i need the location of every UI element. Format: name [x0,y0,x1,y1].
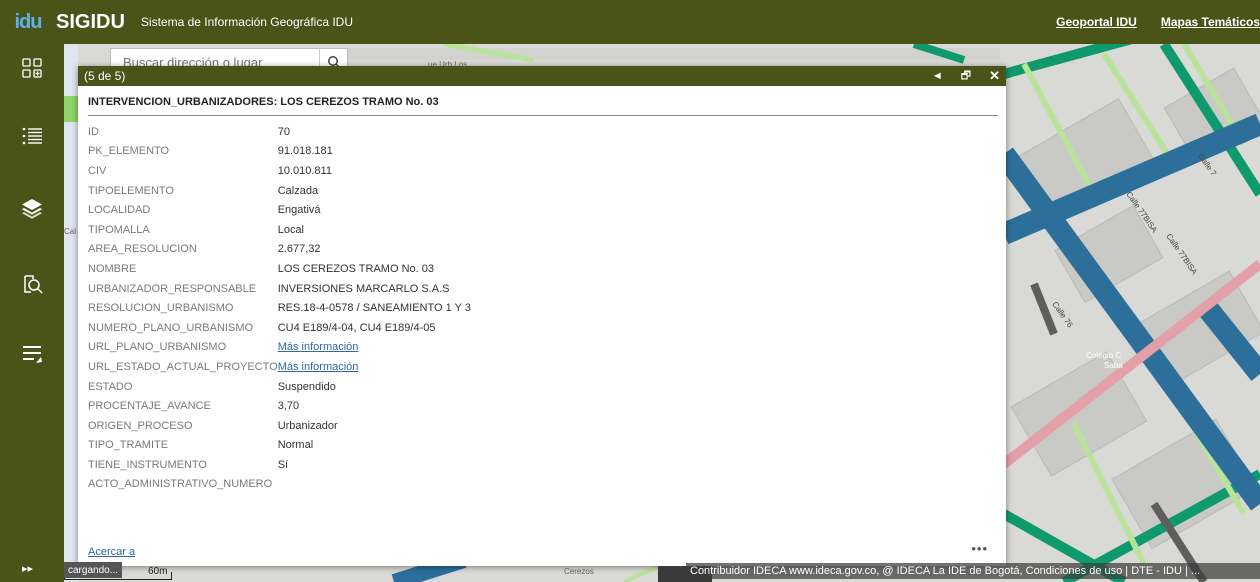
more-options-button[interactable]: ••• [971,541,988,556]
attribute-key: PROCENTAJE_AVANCE [88,400,211,413]
attribute-key: ACTO_ADMINISTRATIVO_NUMERO [88,478,273,491]
attribute-value: Local [277,223,304,236]
popup-controls: ◄ 🗗 ✕ [932,66,1000,86]
attribute-key: TIPO_TRAMITE [88,439,169,452]
attribute-key: CIV [88,164,107,177]
attribute-key: ID [88,125,99,138]
attribute-value: 91.018.181 [277,145,333,158]
attribute-row: AREA_RESOLUCION 2.677,32 [88,240,471,260]
previous-feature-button[interactable]: ◄ [932,66,943,86]
attribute-row: LOCALIDAD Engativá [88,200,471,220]
map-attribution: Contribuidor IDECA www.ideca.gov.co, @ I… [686,563,1260,579]
attribute-value: RES.18-4-0578 / SANEAMIENTO 1 Y 3 [277,302,471,315]
attribute-row: NUMERO_PLANO_URBANISMO CU4 E189/4-04, CU4… [88,318,471,338]
attribute-value: LOS CEREZOS TRAMO No. 03 [277,262,434,275]
attribute-key: NOMBRE [88,262,137,275]
attribute-row: ORIGEN_PROCESO Urbanizador [88,416,471,436]
attribute-value: 3,70 [277,400,300,413]
attribute-key: LOCALIDAD [88,204,151,217]
attribute-row: TIPOMALLA Local [88,220,471,240]
map-label-place1: Colegio C [1086,351,1121,360]
map-label-street6: Cerezos [564,567,594,576]
feature-popup: (5 de 5) ◄ 🗗 ✕ INTERVENCION_URBANIZADORE… [78,66,1006,566]
layers-button[interactable] [0,184,64,232]
link-mapas-tematicos[interactable]: Mapas Temáticos [1161,15,1260,29]
attribute-row: NOMBRE LOS CEREZOS TRAMO No. 03 [88,259,471,279]
idu-logo[interactable]: idu [0,0,56,44]
left-toolbar [0,44,64,582]
popup-header: (5 de 5) ◄ 🗗 ✕ [78,66,1006,86]
attribute-value: INVERSIONES MARCARLO S.A.S [277,282,450,295]
attribute-key: ESTADO [88,380,133,393]
attribute-key: URL_PLANO_URBANISMO [88,341,227,354]
search-document-icon [24,275,43,294]
attribute-row: URBANIZADOR_RESPONSABLE INVERSIONES MARCA… [88,279,471,299]
attribute-key: TIPOMALLA [88,223,150,236]
query-button[interactable] [0,260,64,308]
attribute-value: Engativá [277,204,321,217]
attribute-row: CIV 10.010.811 [88,161,471,181]
attribute-value: Más información [278,357,471,377]
attribute-value: 70 [277,125,290,138]
layers-icon [22,199,42,219]
attribute-row: TIENE_INSTRUMENTO Sí [88,455,471,475]
app-header: idu SIGIDU Sistema de Información Geográ… [0,0,1260,44]
attribute-value: CU4 E189/4-04, CU4 E189/4-05 [277,321,436,334]
dock-popup-button[interactable]: 🗗 [961,66,971,86]
legend-button[interactable] [0,112,64,160]
close-popup-button[interactable]: ✕ [989,66,1000,86]
attribute-key: AREA_RESOLUCION [88,243,197,256]
attribute-row: ACTO_ADMINISTRATIVO_NUMERO [88,475,471,495]
attribute-key: RESOLUCION_URBANISMO [88,302,234,315]
edit-list-icon [23,346,42,363]
attribute-row: ESTADO Suspendido [88,377,471,397]
attribute-row: PROCENTAJE_AVANCE 3,70 [88,396,471,416]
attribute-value: Urbanizador [277,419,338,432]
app-title: SIGIDU [56,10,125,33]
loading-indicator: cargando... [64,562,123,578]
map-label-place2: Saba [1104,361,1123,370]
attribute-row: URL_ESTADO_ACTUAL_PROYECTO Más informació… [88,357,471,377]
attribute-row: URL_PLANO_URBANISMO Más información [88,338,471,358]
expand-toolbar-button[interactable]: ▸▸ [22,562,33,575]
attribute-row: RESOLUCION_URBANISMO RES.18-4-0578 / SANE… [88,298,471,318]
more-info-link[interactable]: Más información [278,361,359,373]
attribute-value: Suspendido [277,380,336,393]
attribute-value: 10.010.811 [277,164,332,177]
attribute-value: Sí [277,458,289,471]
edit-button[interactable] [0,330,64,378]
attribute-key: ORIGEN_PROCESO [88,419,193,432]
attribute-key: URL_ESTADO_ACTUAL_PROYECTO [88,360,278,373]
attribute-value: 2.677,32 [277,243,321,256]
attribute-row: TIPOELEMENTO Calzada [88,181,471,201]
attribute-value: Calzada [277,184,319,197]
grid-icon [22,58,42,78]
list-icon [22,127,42,145]
attribute-value: Normal [277,439,314,452]
more-info-link[interactable]: Más información [278,341,359,353]
attribute-key: PK_ELEMENTO [88,145,170,158]
attribute-table: ID 70 PK_ELEMENTO 91.018.181 CIV 10.010.811 TI… [88,122,471,494]
attribute-key: URBANIZADOR_RESPONSABLE [88,282,257,295]
map-label-street7: Cal [64,227,76,236]
attribute-row: ID 70 [88,122,471,142]
attribute-key: TIENE_INSTRUMENTO [88,458,207,471]
link-geoportal[interactable]: Geoportal IDU [1056,15,1137,29]
attribute-key: NUMERO_PLANO_URBANISMO [88,321,254,334]
header-links: Geoportal IDU Mapas Temáticos [1032,0,1260,44]
attribute-key: TIPOELEMENTO [88,184,174,197]
attribute-value: Más información [278,338,471,358]
zoom-to-link[interactable]: Acercar a [88,546,135,558]
popup-counter: (5 de 5) [84,69,126,83]
attribute-row: TIPO_TRAMITE Normal [88,436,471,456]
attribute-value [278,475,471,495]
widgets-button[interactable] [0,44,64,92]
app-subtitle: Sistema de Información Geográfica IDU [140,15,353,29]
popup-title: INTERVENCION_URBANIZADORES: LOS CEREZOS … [88,96,998,116]
attribute-row: PK_ELEMENTO 91.018.181 [88,142,471,162]
